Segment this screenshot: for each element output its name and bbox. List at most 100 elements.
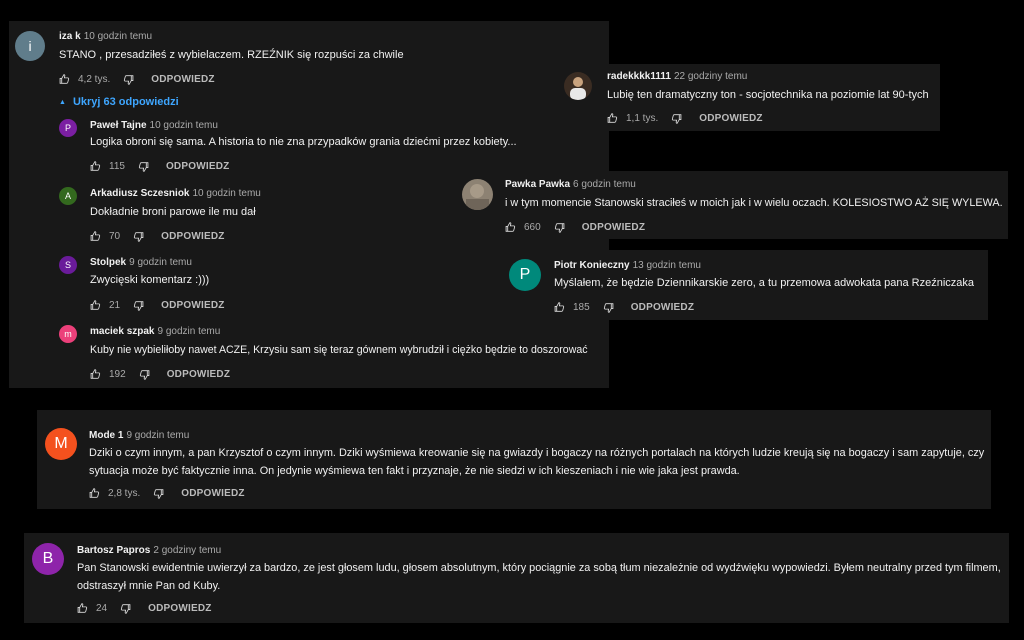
- author-name[interactable]: Stolpek: [90, 257, 126, 268]
- comment-panel: M Mode 19 godzin temu Dziki o czym innym…: [37, 410, 991, 509]
- comment-time[interactable]: 6 godzin temu: [573, 179, 636, 190]
- author-name[interactable]: Pawka Pawka: [505, 179, 570, 190]
- comment-text: Pan Stanowski ewidentnie uwierzył za bar…: [77, 562, 1001, 592]
- avatar[interactable]: i: [15, 31, 45, 61]
- comment-text: Logika obroni się sama. A historia to ni…: [90, 136, 517, 148]
- like-icon[interactable]: [59, 73, 72, 86]
- comment-meta: Pawka Pawka 6 godzin temu: [505, 179, 636, 190]
- like-count: 1,1 tys.: [626, 113, 659, 124]
- like-icon[interactable]: [90, 160, 103, 173]
- comment-text: Lubię ten dramatyczny ton - socjotechnik…: [607, 89, 929, 101]
- author-name[interactable]: Mode 1: [89, 430, 123, 441]
- author-name[interactable]: Piotr Konieczny: [554, 260, 630, 271]
- like-icon[interactable]: [90, 368, 103, 381]
- user-photo-icon: [466, 184, 489, 210]
- dislike-icon[interactable]: [601, 301, 614, 314]
- comment-actions: 185 ODPOWIEDZ: [554, 301, 694, 314]
- like-count: 660: [524, 222, 541, 233]
- like-count: 70: [109, 231, 121, 242]
- dislike-icon[interactable]: [552, 221, 565, 234]
- dislike-icon[interactable]: [137, 368, 150, 381]
- comment-panel: Pawka Pawka 6 godzin temu i w tym momenci…: [455, 171, 1008, 239]
- like-count: 192: [109, 369, 126, 380]
- author-name[interactable]: maciek szpak: [90, 326, 155, 337]
- dislike-icon[interactable]: [131, 299, 144, 312]
- author-name[interactable]: Paweł Tajne: [90, 120, 147, 131]
- comment-actions: 660 ODPOWIEDZ: [505, 221, 645, 234]
- comment-text: STANO , przesadziłeś z wybielaczem. RZEŹ…: [59, 49, 404, 61]
- dislike-icon[interactable]: [118, 602, 131, 615]
- avatar[interactable]: [564, 72, 592, 100]
- avatar[interactable]: M: [45, 428, 77, 460]
- comment-actions: 2,8 tys. ODPOWIEDZ: [89, 487, 245, 500]
- comment-panel: radekkkk1111 22 godziny temu Lubię ten dr…: [556, 64, 940, 131]
- comment-meta: Mode 19 godzin temu: [89, 430, 189, 441]
- comment-actions: 1,1 tys. ODPOWIEDZ: [607, 112, 763, 125]
- comment-time[interactable]: 13 godzin temu: [633, 260, 701, 271]
- dislike-icon[interactable]: [136, 160, 149, 173]
- reply-button[interactable]: ODPOWIEDZ: [167, 369, 230, 380]
- author-name[interactable]: Arkadiusz Sczesniok: [90, 188, 189, 199]
- comment-time[interactable]: 9 godzin temu: [158, 326, 221, 337]
- hide-replies-label: Ukryj 63 odpowiedzi: [72, 96, 179, 108]
- comment-time[interactable]: 9 godzin temu: [129, 257, 192, 268]
- avatar[interactable]: B: [32, 543, 64, 575]
- comment-actions: 24 ODPOWIEDZ: [77, 602, 212, 615]
- caret-up-icon: ▲: [59, 99, 66, 106]
- reply-button[interactable]: ODPOWIEDZ: [699, 113, 762, 124]
- avatar[interactable]: [462, 179, 493, 210]
- comment-actions: 115 ODPOWIEDZ: [90, 160, 229, 173]
- comment-meta: Stolpek 9 godzin temu: [90, 257, 192, 268]
- comment-actions: 21 ODPOWIEDZ: [90, 299, 225, 312]
- like-icon[interactable]: [90, 299, 103, 312]
- like-icon[interactable]: [90, 230, 103, 243]
- reply-button[interactable]: ODPOWIEDZ: [161, 231, 224, 242]
- comment-time[interactable]: 10 godzin temu: [150, 120, 218, 131]
- comment-time[interactable]: 22 godziny temu: [674, 71, 747, 82]
- avatar[interactable]: S: [59, 256, 77, 274]
- reply-button[interactable]: ODPOWIEDZ: [582, 222, 645, 233]
- like-icon[interactable]: [77, 602, 90, 615]
- comment-meta: Bartosz Papros 2 godziny temu: [77, 545, 221, 556]
- reply-button[interactable]: ODPOWIEDZ: [161, 300, 224, 311]
- reply-button[interactable]: ODPOWIEDZ: [181, 488, 244, 499]
- avatar[interactable]: P: [59, 119, 77, 137]
- dislike-icon[interactable]: [121, 73, 134, 86]
- like-count: 2,8 tys.: [108, 488, 141, 499]
- like-count: 24: [96, 603, 108, 614]
- comment-meta: radekkkk1111 22 godziny temu: [607, 71, 747, 82]
- avatar[interactable]: P: [509, 259, 541, 291]
- like-count: 185: [573, 302, 590, 313]
- like-icon[interactable]: [607, 112, 620, 125]
- reply-button[interactable]: ODPOWIEDZ: [631, 302, 694, 313]
- comment-text: i w tym momencie Stanowski straciłeś w m…: [505, 197, 1003, 209]
- like-count: 21: [109, 300, 121, 311]
- dislike-icon[interactable]: [669, 112, 682, 125]
- avatar[interactable]: m: [59, 325, 77, 343]
- author-name[interactable]: iza k: [59, 31, 81, 42]
- comment-meta: Arkadiusz Sczesniok 10 godzin temu: [90, 188, 261, 199]
- like-icon[interactable]: [554, 301, 567, 314]
- comment-meta: Piotr Konieczny 13 godzin temu: [554, 260, 701, 271]
- reply-button[interactable]: ODPOWIEDZ: [166, 161, 229, 172]
- author-name[interactable]: radekkkk1111: [607, 71, 671, 82]
- comment-time[interactable]: 10 godzin temu: [84, 31, 152, 42]
- comment-actions: 4,2 tys. ODPOWIEDZ: [59, 73, 215, 86]
- like-count: 115: [109, 161, 125, 172]
- hide-replies-toggle[interactable]: ▲ Ukryj 63 odpowiedzi: [59, 96, 179, 108]
- avatar[interactable]: A: [59, 187, 77, 205]
- dislike-icon[interactable]: [151, 487, 164, 500]
- comment-time[interactable]: 9 godzin temu: [126, 430, 189, 441]
- like-icon[interactable]: [89, 487, 102, 500]
- reply-button[interactable]: ODPOWIEDZ: [151, 74, 214, 85]
- comment-meta: maciek szpak 9 godzin temu: [90, 326, 220, 337]
- like-icon[interactable]: [505, 221, 518, 234]
- dislike-icon[interactable]: [131, 230, 144, 243]
- comment-time[interactable]: 2 godziny temu: [153, 545, 221, 556]
- reply-button[interactable]: ODPOWIEDZ: [148, 603, 211, 614]
- comment-time[interactable]: 10 godzin temu: [192, 188, 260, 199]
- author-name[interactable]: Bartosz Papros: [77, 545, 150, 556]
- comment-panel: B Bartosz Papros 2 godziny temu Pan Stano…: [24, 533, 1009, 623]
- user-photo-icon: [570, 77, 586, 100]
- comment-text: Dziki o czym innym, a pan Krzysztof o cz…: [89, 447, 985, 477]
